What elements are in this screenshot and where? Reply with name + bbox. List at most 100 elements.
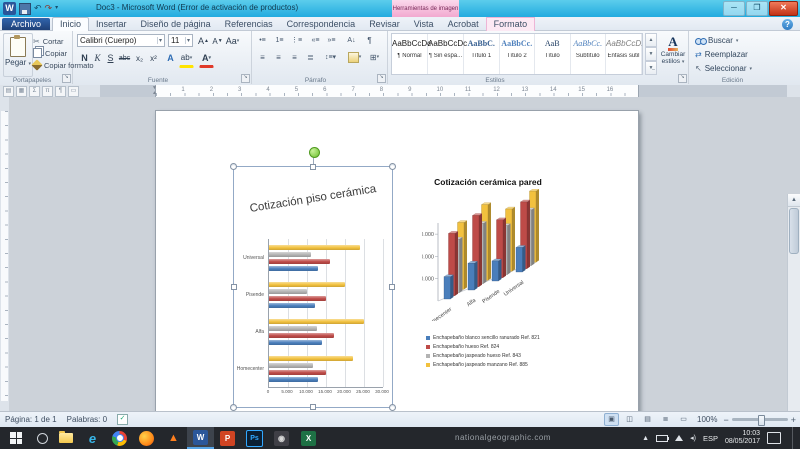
line-spacing-button[interactable]: ↕≡▾ bbox=[323, 50, 338, 64]
style-item[interactable]: AaBbCcD.Énfasis sutil bbox=[606, 34, 642, 74]
text-effects-button[interactable]: A bbox=[163, 50, 178, 66]
resize-handle-e[interactable] bbox=[389, 284, 395, 290]
find-button[interactable]: Buscar▾ bbox=[695, 36, 738, 45]
tab-correspondencia[interactable]: Correspondencia bbox=[280, 18, 363, 30]
taskbar-app-photoshop[interactable]: Ps bbox=[241, 427, 268, 449]
resize-handle-sw[interactable] bbox=[230, 404, 237, 411]
search-button[interactable] bbox=[32, 427, 52, 449]
tab-revisar[interactable]: Revisar bbox=[362, 18, 407, 30]
taskbar-app-media-player[interactable]: ◉ bbox=[268, 427, 295, 449]
taskbar-app-edge[interactable]: e bbox=[79, 427, 106, 449]
highlight-color-button[interactable]: ab▾ bbox=[179, 50, 194, 68]
grow-font-button[interactable]: A▲ bbox=[196, 33, 211, 49]
hidden-icons-chevron[interactable]: ▲ bbox=[642, 435, 649, 442]
language-indicator[interactable]: ESP bbox=[703, 434, 718, 443]
gallery-more-icon[interactable]: ▼̲ bbox=[645, 61, 657, 75]
taskbar-app-chrome[interactable] bbox=[106, 427, 133, 449]
fullscreen-view-button[interactable]: ◫ bbox=[622, 413, 637, 426]
scroll-thumb[interactable] bbox=[789, 208, 799, 254]
page-indicator[interactable]: Página: 1 de 1 bbox=[5, 415, 57, 424]
gallery-up-icon[interactable]: ▲ bbox=[645, 33, 657, 47]
draft-view-button[interactable]: ▭ bbox=[676, 413, 691, 426]
ruler-toolbar-icon[interactable]: ▤ bbox=[3, 86, 14, 97]
resize-handle-s[interactable] bbox=[310, 404, 316, 410]
indent-marker-bottom[interactable]: ▲ bbox=[152, 91, 157, 96]
font-size-combobox[interactable]: 11▾ bbox=[168, 34, 193, 47]
numbering-button[interactable]: 1≡ bbox=[272, 33, 287, 47]
tab-inicio[interactable]: Inicio bbox=[52, 17, 89, 31]
document-page[interactable]: Cotización piso cerámica UniversalPisend… bbox=[155, 110, 639, 413]
zoom-slider-thumb[interactable] bbox=[758, 415, 765, 426]
horizontal-ruler[interactable]: 12345678910111213141516 ▼ ▲ bbox=[100, 85, 787, 97]
decrease-indent-button[interactable]: «≡ bbox=[308, 33, 323, 47]
ruler-toolbar-icon[interactable]: ▦ bbox=[16, 86, 27, 97]
battery-icon[interactable] bbox=[656, 435, 668, 442]
resize-handle-se[interactable] bbox=[389, 404, 396, 411]
shading-button[interactable]: ▾ bbox=[347, 50, 362, 64]
taskbar-app-firefox[interactable] bbox=[133, 427, 160, 449]
word-count[interactable]: Palabras: 0 bbox=[67, 415, 107, 424]
undo-icon[interactable]: ↶ bbox=[34, 2, 42, 15]
rotation-handle[interactable] bbox=[309, 147, 320, 158]
style-item[interactable]: AaBTítulo bbox=[535, 34, 571, 74]
zoom-in-button[interactable]: + bbox=[791, 415, 796, 425]
increase-indent-button[interactable]: »≡ bbox=[324, 33, 339, 47]
change-case-button[interactable]: Aa▾ bbox=[225, 33, 240, 49]
resize-handle-n[interactable] bbox=[310, 164, 316, 170]
align-center-button[interactable]: ≡ bbox=[271, 50, 286, 64]
borders-button[interactable]: ⊞▾ bbox=[367, 50, 382, 64]
underline-button[interactable]: S bbox=[103, 50, 118, 66]
show-desktop-button[interactable] bbox=[792, 427, 797, 449]
subscript-button[interactable]: x₂ bbox=[132, 50, 147, 66]
resize-handle-ne[interactable] bbox=[389, 163, 396, 170]
sort-button[interactable]: A↓ bbox=[344, 33, 359, 47]
tab-archivo[interactable]: Archivo bbox=[2, 18, 50, 30]
select-button[interactable]: ↖Seleccionar▾ bbox=[695, 64, 752, 73]
web-layout-view-button[interactable]: ▤ bbox=[640, 413, 655, 426]
vertical-ruler[interactable] bbox=[0, 97, 9, 411]
selected-chart-piso[interactable]: Cotización piso cerámica UniversalPisend… bbox=[233, 166, 393, 408]
save-icon[interactable] bbox=[19, 3, 31, 15]
multilevel-list-button[interactable]: ⋮≡ bbox=[289, 33, 304, 47]
superscript-button[interactable]: x² bbox=[146, 50, 161, 66]
start-button[interactable] bbox=[0, 427, 32, 449]
zoom-slider[interactable] bbox=[732, 418, 788, 421]
align-left-button[interactable]: ≡ bbox=[255, 50, 270, 64]
paste-button[interactable]: Pegar ▾ bbox=[3, 33, 33, 77]
bullets-button[interactable]: •≡ bbox=[255, 33, 270, 47]
zoom-level[interactable]: 100% bbox=[697, 415, 717, 424]
ruler-toolbar-icon[interactable]: π bbox=[42, 86, 53, 97]
taskbar-app-vlc[interactable]: ▲ bbox=[160, 427, 187, 449]
change-styles-button[interactable]: A Cambiar estilos ▾ bbox=[659, 33, 687, 79]
ruler-toolbar-icon[interactable]: ▭ bbox=[68, 86, 79, 97]
font-family-combobox[interactable]: Calibri (Cuerpo)▾ bbox=[77, 34, 165, 47]
clipboard-dialog-launcher[interactable]: ↘ bbox=[62, 74, 71, 83]
taskbar-app-word[interactable]: W bbox=[187, 427, 214, 449]
help-icon[interactable]: ? bbox=[782, 19, 793, 30]
minimize-button[interactable]: ─ bbox=[723, 1, 745, 16]
replace-button[interactable]: ⇄Reemplazar bbox=[695, 50, 748, 59]
tab-vista[interactable]: Vista bbox=[407, 18, 441, 30]
tab-referencias[interactable]: Referencias bbox=[218, 18, 280, 30]
chart-pared[interactable]: Cotización cerámica pared 10.00020.00030… bbox=[422, 177, 554, 409]
font-color-button[interactable]: A▾ bbox=[199, 50, 214, 68]
show-marks-button[interactable]: ¶ bbox=[362, 33, 377, 47]
scroll-up-icon[interactable]: ▲ bbox=[788, 194, 800, 207]
tab-dise-o-de-página[interactable]: Diseño de página bbox=[134, 18, 218, 30]
tab-acrobat[interactable]: Acrobat bbox=[441, 18, 486, 30]
outline-view-button[interactable]: ≣ bbox=[658, 413, 673, 426]
taskbar-app-excel[interactable]: X bbox=[295, 427, 322, 449]
style-item[interactable]: AaBbCcDc¶ Normal bbox=[392, 34, 428, 74]
ruler-toolbar-icon[interactable]: Σ bbox=[29, 86, 40, 97]
print-layout-view-button[interactable]: ▣ bbox=[604, 413, 619, 426]
font-dialog-launcher[interactable]: ↘ bbox=[241, 74, 250, 83]
qat-customize-icon[interactable]: ▾ bbox=[55, 2, 58, 15]
gallery-down-icon[interactable]: ▼ bbox=[645, 47, 657, 61]
style-item[interactable]: AaBbC.Título 1 bbox=[464, 34, 500, 74]
zoom-out-button[interactable]: − bbox=[723, 415, 728, 425]
styles-dialog-launcher[interactable]: ↘ bbox=[678, 74, 687, 83]
tab-insertar[interactable]: Insertar bbox=[89, 18, 134, 30]
word-app-icon[interactable]: W bbox=[3, 2, 16, 15]
network-icon[interactable] bbox=[675, 435, 683, 441]
taskbar-app-powerpoint[interactable]: P bbox=[214, 427, 241, 449]
